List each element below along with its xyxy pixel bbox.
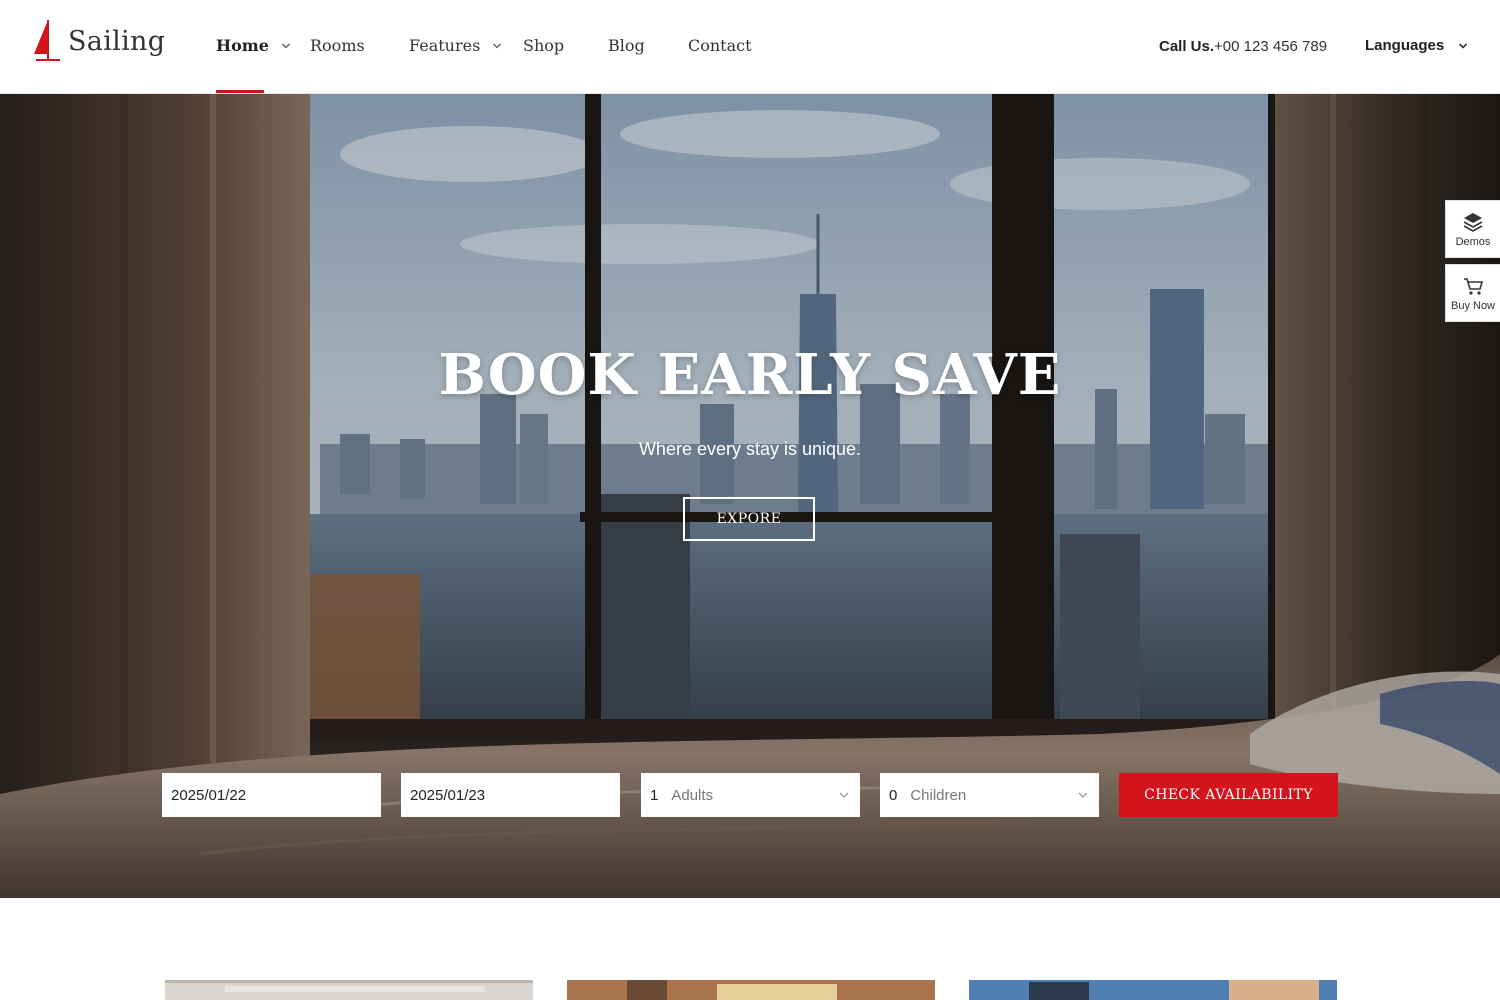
children-select[interactable]: 0 Children (880, 773, 1099, 817)
nav-item-label: Contact (688, 36, 752, 55)
nav-item-label: Shop (523, 36, 565, 55)
check-in-date-field[interactable]: 2025/01/22 (162, 773, 381, 817)
cart-icon (1464, 277, 1484, 295)
children-label: Children (910, 786, 967, 804)
nav-item-rooms[interactable]: Rooms (310, 36, 365, 55)
check-availability-button[interactable]: CHECK AVAILABILITY (1119, 773, 1338, 817)
demos-label: Demos (1455, 235, 1491, 248)
adults-count: 1 (650, 786, 659, 804)
nav-item-blog[interactable]: Blog (608, 36, 645, 55)
hero-title: BOOK EARLY SAVE (438, 342, 1062, 408)
hero-subtitle: Where every stay is unique. (638, 439, 862, 459)
nav-item-label: Home (216, 36, 269, 55)
site-header: Sailing Home Rooms Features Shop Blog Co… (0, 0, 1500, 94)
room-card-image[interactable] (165, 980, 533, 1000)
language-selector[interactable]: Languages (1365, 37, 1468, 54)
nav-item-contact[interactable]: Contact (688, 36, 752, 55)
explore-button[interactable]: EXPORE (683, 497, 815, 541)
children-count: 0 (889, 786, 898, 804)
nav-item-home[interactable]: Home (216, 36, 291, 55)
chevron-down-icon (839, 792, 849, 798)
buy-now-widget[interactable]: Buy Now (1445, 264, 1500, 322)
nav-item-label: Features (409, 36, 481, 55)
room-image-3 (969, 980, 1337, 1000)
nav-item-shop[interactable]: Shop (523, 36, 564, 55)
room-image-2 (567, 980, 935, 1000)
room-image-1 (165, 980, 533, 1000)
active-nav-indicator (216, 90, 264, 93)
nav-item-label: Rooms (310, 36, 365, 55)
chevron-down-icon (281, 42, 290, 49)
chevron-down-icon (1078, 792, 1088, 798)
layers-icon (1463, 212, 1483, 232)
nav-item-label: Blog (608, 36, 645, 55)
call-label: Call Us. (1159, 38, 1215, 55)
adults-label: Adults (671, 786, 714, 804)
check-out-value: 2025/01/23 (410, 786, 486, 804)
room-card-image[interactable] (969, 980, 1337, 1000)
adults-select[interactable]: 1 Adults (641, 773, 860, 817)
brand-name: Sailing (68, 25, 166, 57)
chevron-down-icon (493, 42, 502, 49)
room-card-image[interactable] (567, 980, 935, 1000)
demos-widget[interactable]: Demos (1445, 200, 1500, 258)
language-label: Languages (1365, 37, 1445, 54)
phone-number: +00 123 456 789 (1214, 38, 1328, 55)
check-out-date-field[interactable]: 2025/01/23 (401, 773, 620, 817)
sail-logo-icon (34, 20, 60, 61)
chevron-down-icon (1459, 42, 1468, 49)
check-in-value: 2025/01/22 (171, 786, 247, 804)
logo[interactable]: Sailing (32, 16, 165, 66)
call-us[interactable]: Call Us.+00 123 456 789 (1159, 38, 1327, 55)
buy-now-label: Buy Now (1450, 299, 1496, 312)
nav-item-features[interactable]: Features (409, 36, 502, 55)
hero-section: BOOK EARLY SAVE Where every stay is uniq… (0, 94, 1500, 898)
